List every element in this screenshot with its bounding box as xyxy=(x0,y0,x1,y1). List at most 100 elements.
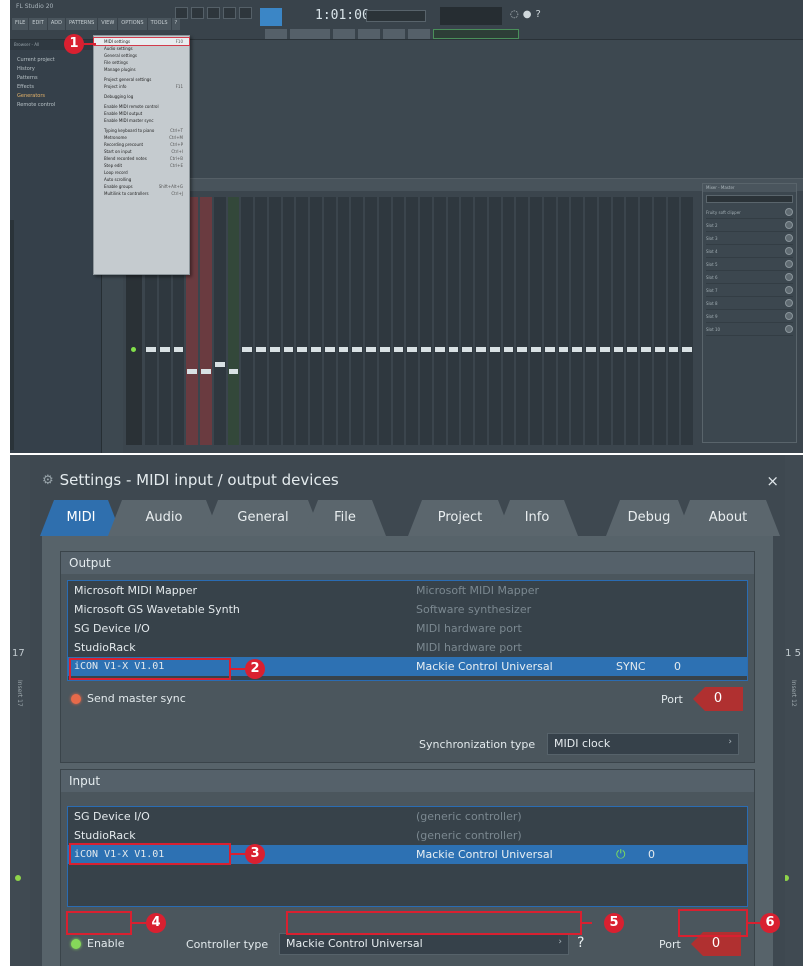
options-menu-item[interactable]: Multilink to controllers Ctrl+J xyxy=(94,190,189,197)
mixer-fader[interactable] xyxy=(256,347,266,352)
mixer-fader[interactable] xyxy=(682,347,692,352)
output-device-row[interactable]: SG Device I/O MIDI hardware port xyxy=(68,619,747,638)
mixer-fader[interactable] xyxy=(242,347,252,352)
menu-add-item[interactable]: ADD xyxy=(47,18,65,30)
mixer-strip[interactable] xyxy=(530,197,542,445)
mixer-strip[interactable] xyxy=(241,197,253,445)
sync-type-dropdown[interactable]: MIDI clock › xyxy=(547,733,739,755)
options-menu-item[interactable]: Project general settings xyxy=(94,76,189,83)
options-menu-item[interactable]: General settings xyxy=(94,52,189,59)
mixer-strip[interactable] xyxy=(337,197,350,445)
fx-slot-knob[interactable] xyxy=(785,325,793,333)
options-menu-item[interactable]: Debugging log xyxy=(94,93,189,100)
mixer-fader[interactable] xyxy=(531,347,541,352)
options-menu-item[interactable]: Loop record xyxy=(94,169,189,176)
fx-slot[interactable]: Slot 3 xyxy=(706,232,793,245)
mixer-strip[interactable] xyxy=(323,197,336,445)
tool-button[interactable] xyxy=(333,29,355,39)
tool-button[interactable] xyxy=(383,29,405,39)
mixer-fader[interactable] xyxy=(297,347,307,352)
options-menu-item[interactable]: MIDI settings F10 xyxy=(93,37,190,46)
mixer-strip[interactable] xyxy=(433,197,446,445)
mixer-strip[interactable] xyxy=(461,197,473,445)
options-menu-item[interactable]: Manage plugins xyxy=(94,66,189,73)
tab-midi[interactable]: MIDI xyxy=(40,500,122,536)
close-icon[interactable]: × xyxy=(766,472,779,490)
mixer-strip[interactable] xyxy=(585,197,597,445)
browser-scrollbar[interactable] xyxy=(10,220,14,450)
mixer-fader[interactable] xyxy=(352,347,362,352)
mixer-fader[interactable] xyxy=(641,347,651,352)
output-port-selector[interactable]: 0 xyxy=(693,687,743,711)
controller-type-dropdown[interactable]: Mackie Control Universal › xyxy=(279,933,569,955)
mixer-fader[interactable] xyxy=(558,347,569,352)
mixer-strip[interactable] xyxy=(612,197,625,445)
mixer-fader[interactable] xyxy=(627,347,637,352)
mixer-fader[interactable] xyxy=(517,347,527,352)
options-menu-item[interactable]: Metronome Ctrl+M xyxy=(94,134,189,141)
mixer-fader[interactable] xyxy=(228,369,239,374)
output-device-row[interactable]: Microsoft MIDI Mapper Microsoft MIDI Mapp… xyxy=(68,581,747,600)
menu-view-item[interactable]: VIEW xyxy=(98,18,118,30)
mixer-strip[interactable] xyxy=(557,197,570,445)
browser-item[interactable]: Remote control xyxy=(13,101,98,110)
mixer-fader[interactable] xyxy=(311,347,321,352)
mixer-fader[interactable] xyxy=(421,347,431,352)
mixer-fader[interactable] xyxy=(173,347,184,352)
mixer-strip[interactable] xyxy=(365,197,377,445)
send-master-sync-toggle[interactable]: Send master sync xyxy=(71,692,186,705)
mixer-fader[interactable] xyxy=(338,347,349,352)
menu-patterns-item[interactable]: PATTERNS xyxy=(65,18,98,30)
browser-item[interactable]: History xyxy=(13,65,98,74)
tool-button[interactable] xyxy=(358,29,380,39)
options-menu-item[interactable]: Step edit Ctrl+E xyxy=(94,162,189,169)
tab-about[interactable]: About xyxy=(676,500,780,536)
options-menu-item[interactable]: Blend recorded notes Ctrl+B xyxy=(94,155,189,162)
mic-icon[interactable]: ◌ xyxy=(510,9,519,20)
power-icon[interactable]: ⏻ xyxy=(616,847,648,862)
options-menu-item[interactable]: Enable groups Shift+Alt+G xyxy=(94,183,189,190)
snap-selector[interactable] xyxy=(265,29,287,39)
mixer-fader[interactable] xyxy=(324,347,335,352)
mixer-fader[interactable] xyxy=(586,347,596,352)
pattern-selector[interactable] xyxy=(290,29,330,39)
mixer-strip[interactable] xyxy=(255,197,267,445)
fx-slot-knob[interactable] xyxy=(785,312,793,320)
mixer-fader[interactable] xyxy=(476,347,486,352)
mixer-fader[interactable] xyxy=(668,347,679,352)
fx-slot[interactable]: Slot 10 xyxy=(706,323,793,336)
mixer-strip[interactable] xyxy=(420,197,432,445)
tab-general[interactable]: General xyxy=(204,500,322,536)
mixer-fader[interactable] xyxy=(599,347,610,352)
mixer-fader[interactable] xyxy=(214,362,225,367)
mixer-fader[interactable] xyxy=(366,347,376,352)
options-menu-item[interactable]: Enable MIDI remote control xyxy=(94,103,189,110)
mixer-fader[interactable] xyxy=(489,347,500,352)
pattern-song-toggle[interactable] xyxy=(260,8,282,26)
mixer-strip[interactable] xyxy=(378,197,391,445)
fx-slot-knob[interactable] xyxy=(785,247,793,255)
mixer-strip[interactable] xyxy=(351,197,363,445)
mixer-strip[interactable] xyxy=(667,197,680,445)
record-icon[interactable]: ● xyxy=(523,9,532,20)
mixer-strip[interactable] xyxy=(502,197,515,445)
output-device-row[interactable]: Microsoft GS Wavetable Synth Software syn… xyxy=(68,600,747,619)
menu-tools-item[interactable]: TOOLS xyxy=(147,18,171,30)
mixer-strip[interactable] xyxy=(571,197,583,445)
mixer-strip[interactable] xyxy=(653,197,666,445)
fx-slot-knob[interactable] xyxy=(785,299,793,307)
fx-slot-knob[interactable] xyxy=(785,208,793,216)
fx-slot-knob[interactable] xyxy=(785,273,793,281)
mixer-strip[interactable] xyxy=(268,197,281,445)
tab-info[interactable]: Info xyxy=(496,500,578,536)
fx-slot[interactable]: Slot 4 xyxy=(706,245,793,258)
help-icon[interactable]: ? xyxy=(577,935,584,951)
transport-controls[interactable] xyxy=(175,7,252,19)
options-menu-item[interactable]: Auto scrolling xyxy=(94,176,189,183)
mixer-strip[interactable] xyxy=(392,197,405,445)
fx-slot[interactable]: Slot 6 xyxy=(706,271,793,284)
mixer-strip[interactable] xyxy=(282,197,295,445)
mixer-fader[interactable] xyxy=(269,347,280,352)
fx-input-selector[interactable] xyxy=(706,195,793,203)
mixer-fader[interactable] xyxy=(159,347,170,352)
